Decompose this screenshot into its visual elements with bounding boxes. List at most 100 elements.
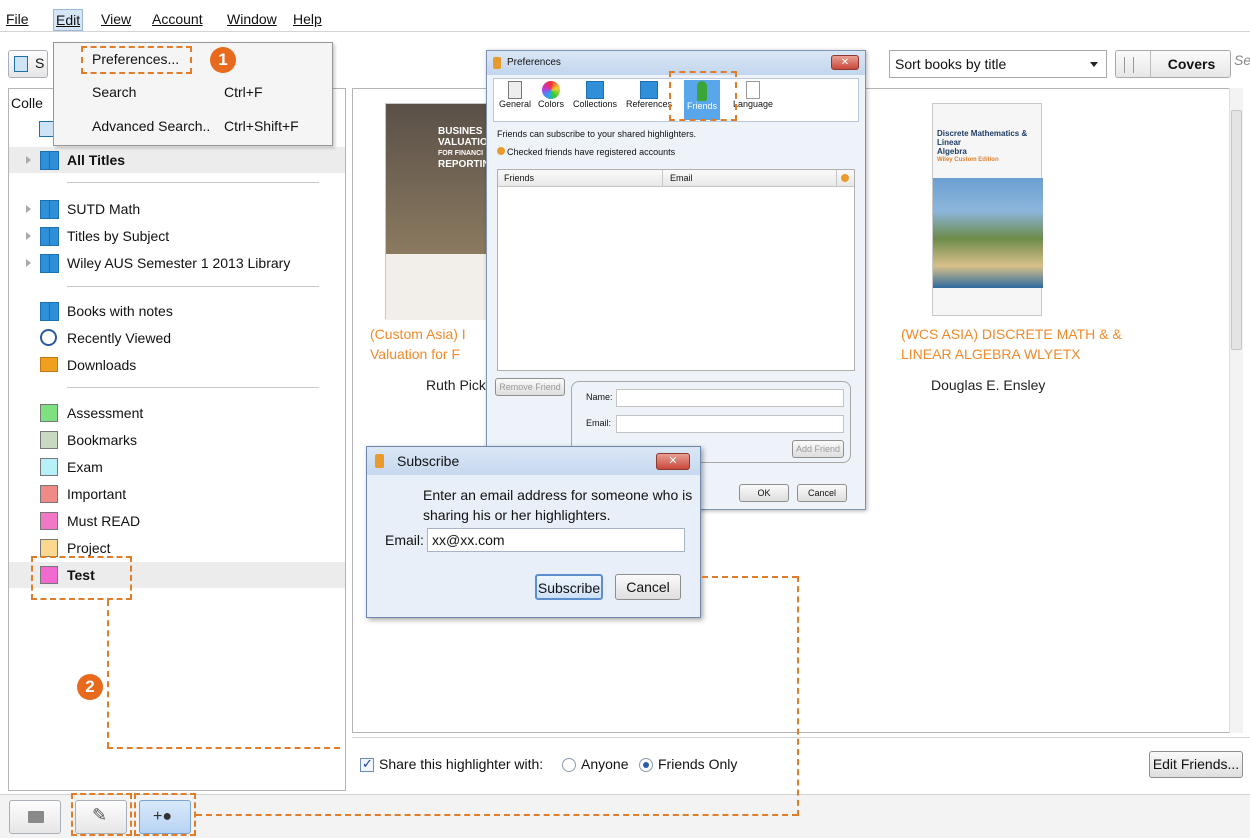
subscribe-button[interactable]: Subscribe <box>535 574 603 600</box>
library-button[interactable]: S <box>8 50 48 78</box>
menu-help[interactable]: Help <box>293 11 322 27</box>
message-line: Enter an email address for someone who i… <box>423 487 693 503</box>
menu-item-label: Advanced Search.. <box>92 118 211 134</box>
menu-item-advanced-search[interactable]: Advanced Search.. <box>92 118 210 134</box>
menu-account[interactable]: Account <box>152 11 203 27</box>
highlighter-assessment[interactable]: Assessment <box>9 400 345 426</box>
book-title-1[interactable]: (Custom Asia) I Valuation for F <box>370 324 466 364</box>
highlighter-label: Exam <box>67 459 103 475</box>
highlighter-label: Must READ <box>67 513 141 529</box>
library-button-label: S <box>35 55 45 71</box>
tab-collections[interactable]: Collections <box>570 81 620 109</box>
list-view-icon[interactable] <box>1124 57 1134 73</box>
tab-general[interactable]: General <box>498 81 532 109</box>
menu-view[interactable]: View <box>101 11 131 27</box>
divider <box>67 286 319 287</box>
tab-references[interactable]: References <box>622 81 676 109</box>
collections-header: Colle <box>11 95 43 111</box>
book-icon <box>40 227 59 246</box>
friend-name-input[interactable] <box>616 389 844 407</box>
sidebar-item-downloads[interactable]: Downloads <box>9 352 345 378</box>
email-label: Email: <box>385 532 424 548</box>
menu-item-search[interactable]: Search <box>92 84 136 100</box>
menu-view-label: View <box>101 11 132 27</box>
sidebar-item-all-titles[interactable]: All Titles <box>9 147 345 173</box>
sidebar-item-label: Wiley AUS Semester 1 2013 Library <box>67 255 291 271</box>
tab-colors[interactable]: Colors <box>534 81 568 109</box>
book-icon <box>40 151 59 170</box>
highlighter-bookmarks[interactable]: Bookmarks <box>9 427 345 453</box>
references-icon <box>640 81 658 99</box>
close-icon[interactable]: ✕ <box>831 55 859 70</box>
menu-edit[interactable]: Edit <box>53 9 84 31</box>
highlight-friends-tab <box>669 71 737 121</box>
book-title-2[interactable]: (WCS ASIA) DISCRETE MATH & & LINEAR ALGE… <box>901 324 1122 364</box>
cover-title-line: REPORTIN <box>438 159 490 170</box>
table-header: Friends Email <box>498 170 854 187</box>
highlighter-exam[interactable]: Exam <box>9 454 345 480</box>
step-badge-1: 1 <box>210 47 236 73</box>
covers-view-button[interactable]: Covers <box>1150 51 1232 77</box>
menu-window[interactable]: Window <box>227 11 277 27</box>
sidebar-item-sutd-math[interactable]: SUTD Math <box>9 196 345 222</box>
menu-file[interactable]: File <box>6 11 29 27</box>
connector-line <box>107 600 109 748</box>
menu-edit-label: Edit <box>56 12 81 28</box>
sidebar-item-books-with-notes[interactable]: Books with notes <box>9 298 345 324</box>
radio-friends-only[interactable] <box>639 758 653 772</box>
expand-arrow-icon[interactable] <box>26 205 31 213</box>
sidebar-item-label: Recently Viewed <box>67 330 172 346</box>
book-cover-1[interactable]: BUSINES VALUATIO FOR FINANCI REPORTIN <box>385 103 498 320</box>
highlighter-label: Assessment <box>67 405 144 421</box>
friends-table[interactable]: Friends Email <box>497 169 855 371</box>
registered-note-text: Checked friends have registered accounts <box>507 147 676 157</box>
message-line: sharing his or her highlighters. <box>423 507 611 523</box>
expand-arrow-icon[interactable] <box>26 156 31 164</box>
share-checkbox[interactable] <box>360 756 374 772</box>
radio-anyone-label: Anyone <box>581 756 629 772</box>
radio-anyone[interactable] <box>562 758 576 772</box>
highlight-preferences <box>81 46 192 74</box>
add-friend-submit-button[interactable]: Add Friend <box>792 440 844 458</box>
column-header-email[interactable]: Email <box>670 173 693 183</box>
dialog-title: Preferences <box>507 57 561 68</box>
cover-footer <box>386 254 498 320</box>
add-collection-button[interactable] <box>9 800 61 834</box>
menu-item-shortcut: Ctrl+F <box>224 84 263 100</box>
highlighter-must-read[interactable]: Must READ <box>9 508 345 534</box>
menu-item-label: Search <box>92 84 137 100</box>
cancel-button[interactable]: Cancel <box>797 484 847 502</box>
remove-friend-button[interactable]: Remove Friend <box>495 378 565 396</box>
cover-photo <box>933 178 1043 288</box>
tab-label: Collections <box>572 99 618 109</box>
scrollbar-thumb[interactable] <box>1231 110 1242 350</box>
view-toggle[interactable]: Covers <box>1115 50 1231 78</box>
sidebar-item-recently-viewed[interactable]: Recently Viewed <box>9 325 345 351</box>
expand-arrow-icon[interactable] <box>26 259 31 267</box>
highlighter-important[interactable]: Important <box>9 481 345 507</box>
sidebar-item-label: Titles by Subject <box>67 228 170 244</box>
book-cover-2[interactable]: Discrete Mathematics & Linear Algebra Wi… <box>932 103 1043 316</box>
radio-friends-only-label: Friends Only <box>658 756 738 772</box>
cover-title-line: Discrete Mathematics & Linear <box>937 129 1028 147</box>
column-header-friends[interactable]: Friends <box>504 173 534 183</box>
subscribe-email-input[interactable]: xx@xx.com <box>427 528 685 552</box>
sidebar-item-wiley-library[interactable]: Wiley AUS Semester 1 2013 Library <box>9 250 345 276</box>
subscribe-message: Enter an email address for someone who i… <box>423 485 692 525</box>
search-input[interactable]: Se <box>1234 52 1250 68</box>
registered-note: Checked friends have registered accounts <box>497 147 675 157</box>
share-label: Share this highlighter with: <box>379 756 544 772</box>
sidebar-item-titles-by-subject[interactable]: Titles by Subject <box>9 223 345 249</box>
library-icon <box>14 56 28 72</box>
sort-select[interactable]: Sort books by title <box>889 50 1107 78</box>
divider <box>67 387 319 388</box>
friend-email-input[interactable] <box>616 415 844 433</box>
edit-friends-button[interactable]: Edit Friends... <box>1149 751 1243 778</box>
ok-button[interactable]: OK <box>739 484 789 502</box>
close-icon[interactable]: ✕ <box>656 453 690 470</box>
book-icon <box>40 302 59 321</box>
dialog-title: Subscribe <box>397 453 460 469</box>
cancel-button[interactable]: Cancel <box>615 574 681 600</box>
book-author-2: Douglas E. Ensley <box>931 377 1046 393</box>
expand-arrow-icon[interactable] <box>26 232 31 240</box>
